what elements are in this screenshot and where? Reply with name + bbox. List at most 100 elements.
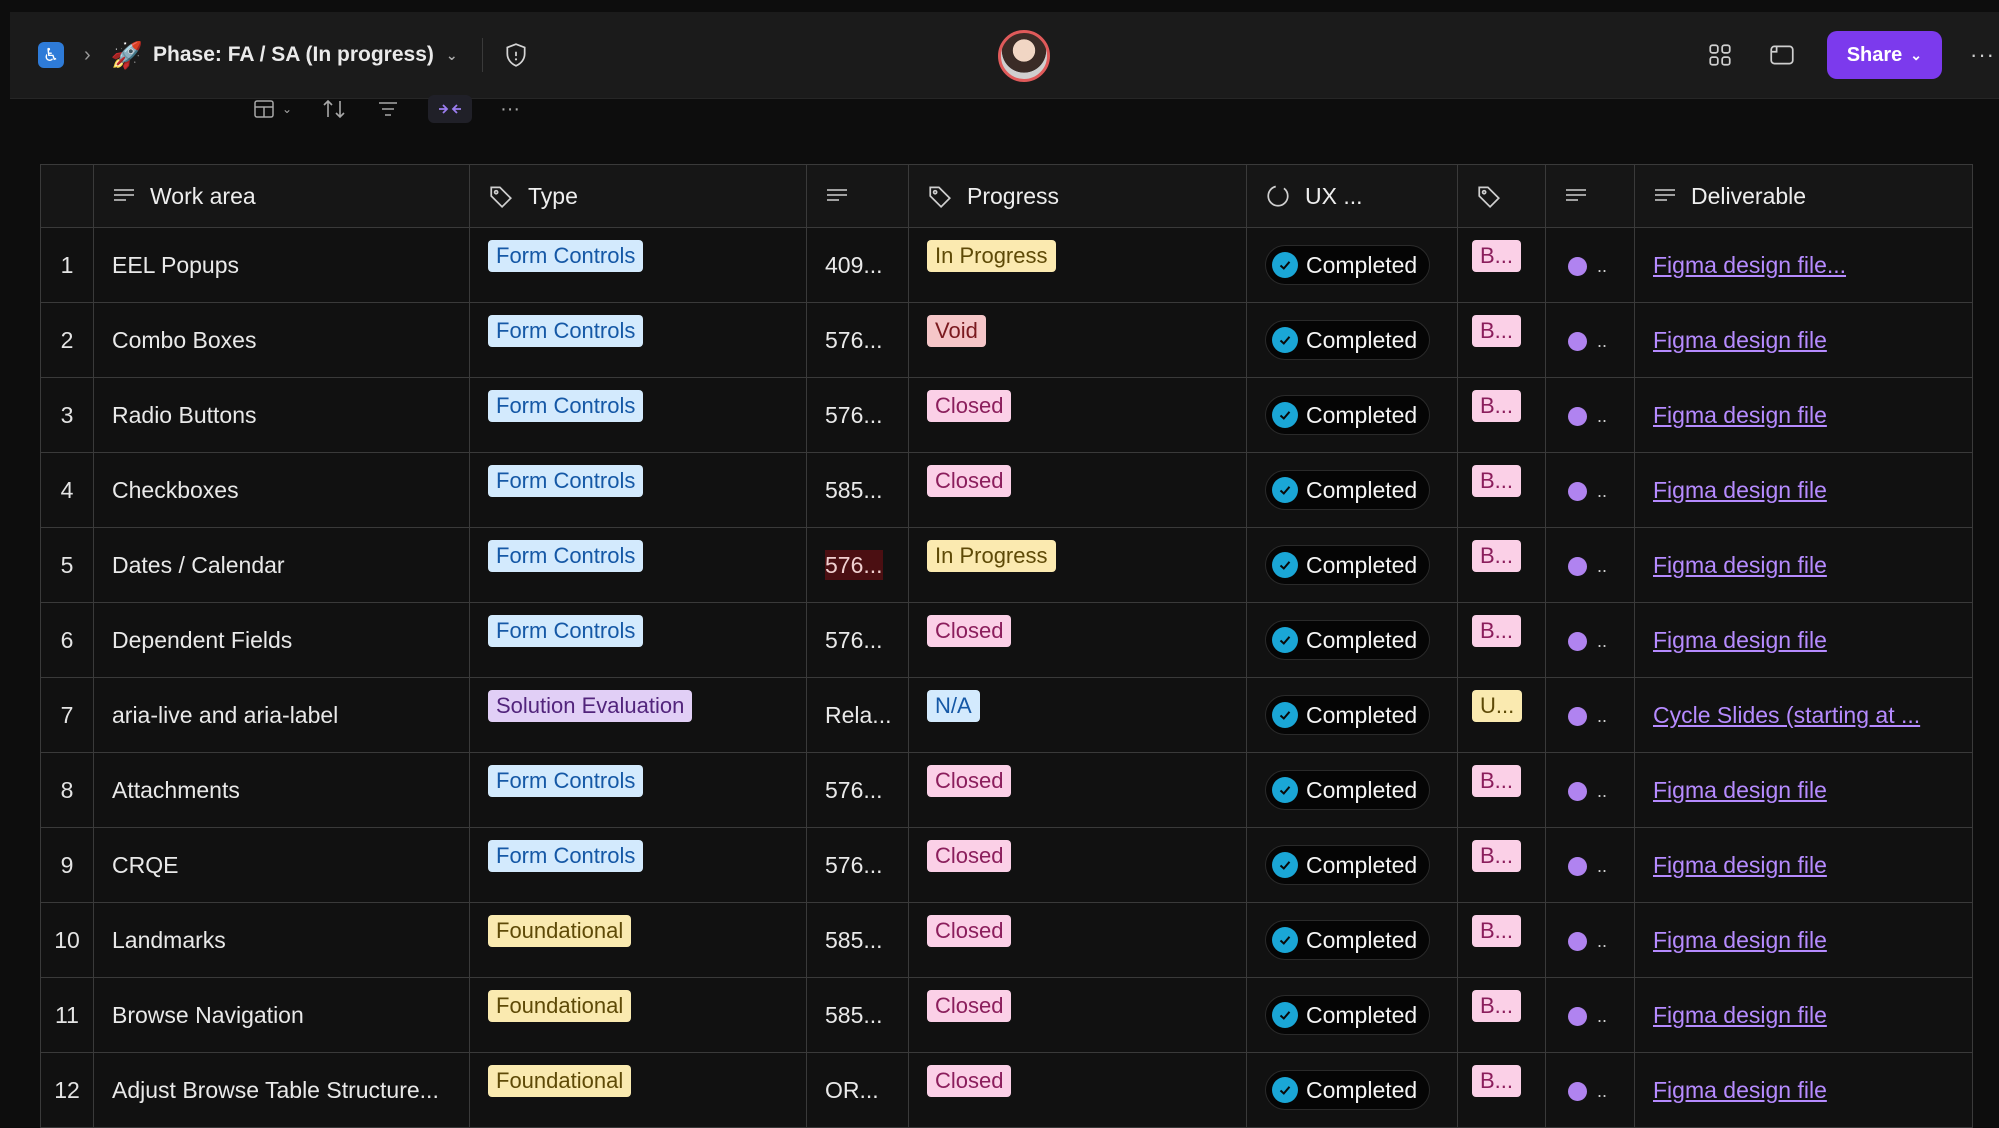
cell-deliverable[interactable]: Figma design file xyxy=(1634,302,1973,378)
cell-progress[interactable]: In Progress xyxy=(908,227,1247,303)
cell-tag[interactable]: B... xyxy=(1457,602,1546,678)
column-header-deliverable[interactable]: Deliverable xyxy=(1634,164,1973,228)
cell-tag[interactable]: B... xyxy=(1457,302,1546,378)
table-row[interactable]: 8 Attachments Form Controls 576... Closed Com… xyxy=(40,752,1973,828)
cell-notes[interactable]: 585... xyxy=(806,977,909,1053)
cell-type[interactable]: Foundational xyxy=(469,1052,807,1128)
column-header-ux[interactable]: UX ... xyxy=(1246,164,1458,228)
window-icon[interactable] xyxy=(1765,38,1799,72)
cell-tag[interactable]: B... xyxy=(1457,227,1546,303)
column-header-work-area[interactable]: Work area xyxy=(93,164,470,228)
cell-deliverable[interactable]: Figma design file xyxy=(1634,377,1973,453)
cell-work-area[interactable]: aria-live and aria-label xyxy=(93,677,470,753)
deliverable-link[interactable]: Cycle Slides (starting at ... xyxy=(1653,702,1920,728)
table-row[interactable]: 11 Browse Navigation Foundational 585... Clo… xyxy=(40,977,1973,1053)
cell-work-area[interactable]: Attachments xyxy=(93,752,470,828)
cell-ux-status[interactable]: Completed xyxy=(1246,602,1458,678)
cell-type[interactable]: Form Controls xyxy=(469,227,807,303)
table-row[interactable]: 5 Dates / Calendar Form Controls 576... In P… xyxy=(40,527,1973,603)
deliverable-link[interactable]: Figma design file xyxy=(1653,1077,1827,1103)
cell-progress[interactable]: In Progress xyxy=(908,527,1247,603)
column-header-tag[interactable] xyxy=(1457,164,1546,228)
cell-type[interactable]: Form Controls xyxy=(469,827,807,903)
deliverable-link[interactable]: Figma design file xyxy=(1653,852,1827,878)
cell-type[interactable]: Foundational xyxy=(469,902,807,978)
cell-work-area[interactable]: EEL Popups xyxy=(93,227,470,303)
cell-progress[interactable]: Closed xyxy=(908,902,1247,978)
cell-ux-status[interactable]: Completed xyxy=(1246,527,1458,603)
cell-text[interactable]: .. xyxy=(1545,752,1635,828)
cell-notes[interactable]: 576... xyxy=(806,827,909,903)
cell-notes[interactable]: 585... xyxy=(806,452,909,528)
cell-notes[interactable]: 576... xyxy=(806,527,909,603)
table-row[interactable]: 4 Checkboxes Form Controls 585... Closed Comp… xyxy=(40,452,1973,528)
cell-notes[interactable]: 576... xyxy=(806,302,909,378)
table-row[interactable]: 10 Landmarks Foundational 585... Closed Compl… xyxy=(40,902,1973,978)
layout-picker[interactable]: ⌄ xyxy=(252,97,292,121)
table-row[interactable]: 9 CRQE Form Controls 576... Closed Completed B… xyxy=(40,827,1973,903)
cell-deliverable[interactable]: Figma design file xyxy=(1634,902,1973,978)
filter-icon[interactable] xyxy=(376,97,400,121)
cell-type[interactable]: Form Controls xyxy=(469,752,807,828)
cell-ux-status[interactable]: Completed xyxy=(1246,377,1458,453)
cell-deliverable[interactable]: Figma design file xyxy=(1634,527,1973,603)
deliverable-link[interactable]: Figma design file xyxy=(1653,327,1827,353)
cell-deliverable[interactable]: Figma design file xyxy=(1634,452,1973,528)
cell-progress[interactable]: Closed xyxy=(908,1052,1247,1128)
avatar[interactable] xyxy=(998,30,1050,82)
cell-ux-status[interactable]: Completed xyxy=(1246,827,1458,903)
deliverable-link[interactable]: Figma design file xyxy=(1653,1002,1827,1028)
column-header-progress[interactable]: Progress xyxy=(908,164,1247,228)
cell-progress[interactable]: N/A xyxy=(908,677,1247,753)
cell-ux-status[interactable]: Completed xyxy=(1246,227,1458,303)
cell-tag[interactable]: B... xyxy=(1457,527,1546,603)
column-header-type[interactable]: Type xyxy=(469,164,807,228)
deliverable-link[interactable]: Figma design file xyxy=(1653,627,1827,653)
cell-type[interactable]: Foundational xyxy=(469,977,807,1053)
cell-ux-status[interactable]: Completed xyxy=(1246,752,1458,828)
column-header-notes[interactable] xyxy=(806,164,909,228)
cell-work-area[interactable]: Dates / Calendar xyxy=(93,527,470,603)
cell-type[interactable]: Form Controls xyxy=(469,527,807,603)
cell-work-area[interactable]: Browse Navigation xyxy=(93,977,470,1053)
cell-tag[interactable]: U... xyxy=(1457,677,1546,753)
cell-text[interactable]: .. xyxy=(1545,977,1635,1053)
cell-progress[interactable]: Closed xyxy=(908,377,1247,453)
cell-tag[interactable]: B... xyxy=(1457,1052,1546,1128)
cell-deliverable[interactable]: Figma design file xyxy=(1634,977,1973,1053)
share-button[interactable]: Share ⌄ xyxy=(1826,31,1943,79)
cell-ux-status[interactable]: Completed xyxy=(1246,1052,1458,1128)
cell-text[interactable]: .. xyxy=(1545,677,1635,753)
cell-tag[interactable]: B... xyxy=(1457,827,1546,903)
cell-deliverable[interactable]: Figma design file xyxy=(1634,602,1973,678)
cell-tag[interactable]: B... xyxy=(1457,377,1546,453)
cell-tag[interactable]: B... xyxy=(1457,902,1546,978)
accessibility-app-icon[interactable]: ♿ xyxy=(38,42,64,68)
cell-ux-status[interactable]: Completed xyxy=(1246,452,1458,528)
cell-type[interactable]: Form Controls xyxy=(469,377,807,453)
table-row[interactable]: 3 Radio Buttons Form Controls 576... Closed C… xyxy=(40,377,1973,453)
cell-work-area[interactable]: Checkboxes xyxy=(93,452,470,528)
cell-deliverable[interactable]: Figma design file xyxy=(1634,827,1973,903)
deliverable-link[interactable]: Figma design file... xyxy=(1653,252,1846,278)
cell-work-area[interactable]: Radio Buttons xyxy=(93,377,470,453)
cell-text[interactable]: .. xyxy=(1545,1052,1635,1128)
table-row[interactable]: 1 EEL Popups Form Controls 409... In Progres… xyxy=(40,227,1973,303)
cell-type[interactable]: Solution Evaluation xyxy=(469,677,807,753)
cell-progress[interactable]: Closed xyxy=(908,452,1247,528)
cell-deliverable[interactable]: Figma design file xyxy=(1634,1052,1973,1128)
cell-tag[interactable]: B... xyxy=(1457,977,1546,1053)
cell-notes[interactable]: 576... xyxy=(806,602,909,678)
deliverable-link[interactable]: Figma design file xyxy=(1653,927,1827,953)
cell-progress[interactable]: Closed xyxy=(908,602,1247,678)
cell-type[interactable]: Form Controls xyxy=(469,302,807,378)
cell-notes[interactable]: 576... xyxy=(806,752,909,828)
deliverable-link[interactable]: Figma design file xyxy=(1653,552,1827,578)
sort-icon[interactable] xyxy=(320,97,348,121)
column-header-text[interactable] xyxy=(1545,164,1635,228)
cell-progress[interactable]: Void xyxy=(908,302,1247,378)
cell-text[interactable]: .. xyxy=(1545,827,1635,903)
table-row[interactable]: 12 Adjust Browse Table Structure... Founda… xyxy=(40,1052,1973,1128)
deliverable-link[interactable]: Figma design file xyxy=(1653,402,1827,428)
cell-tag[interactable]: B... xyxy=(1457,752,1546,828)
